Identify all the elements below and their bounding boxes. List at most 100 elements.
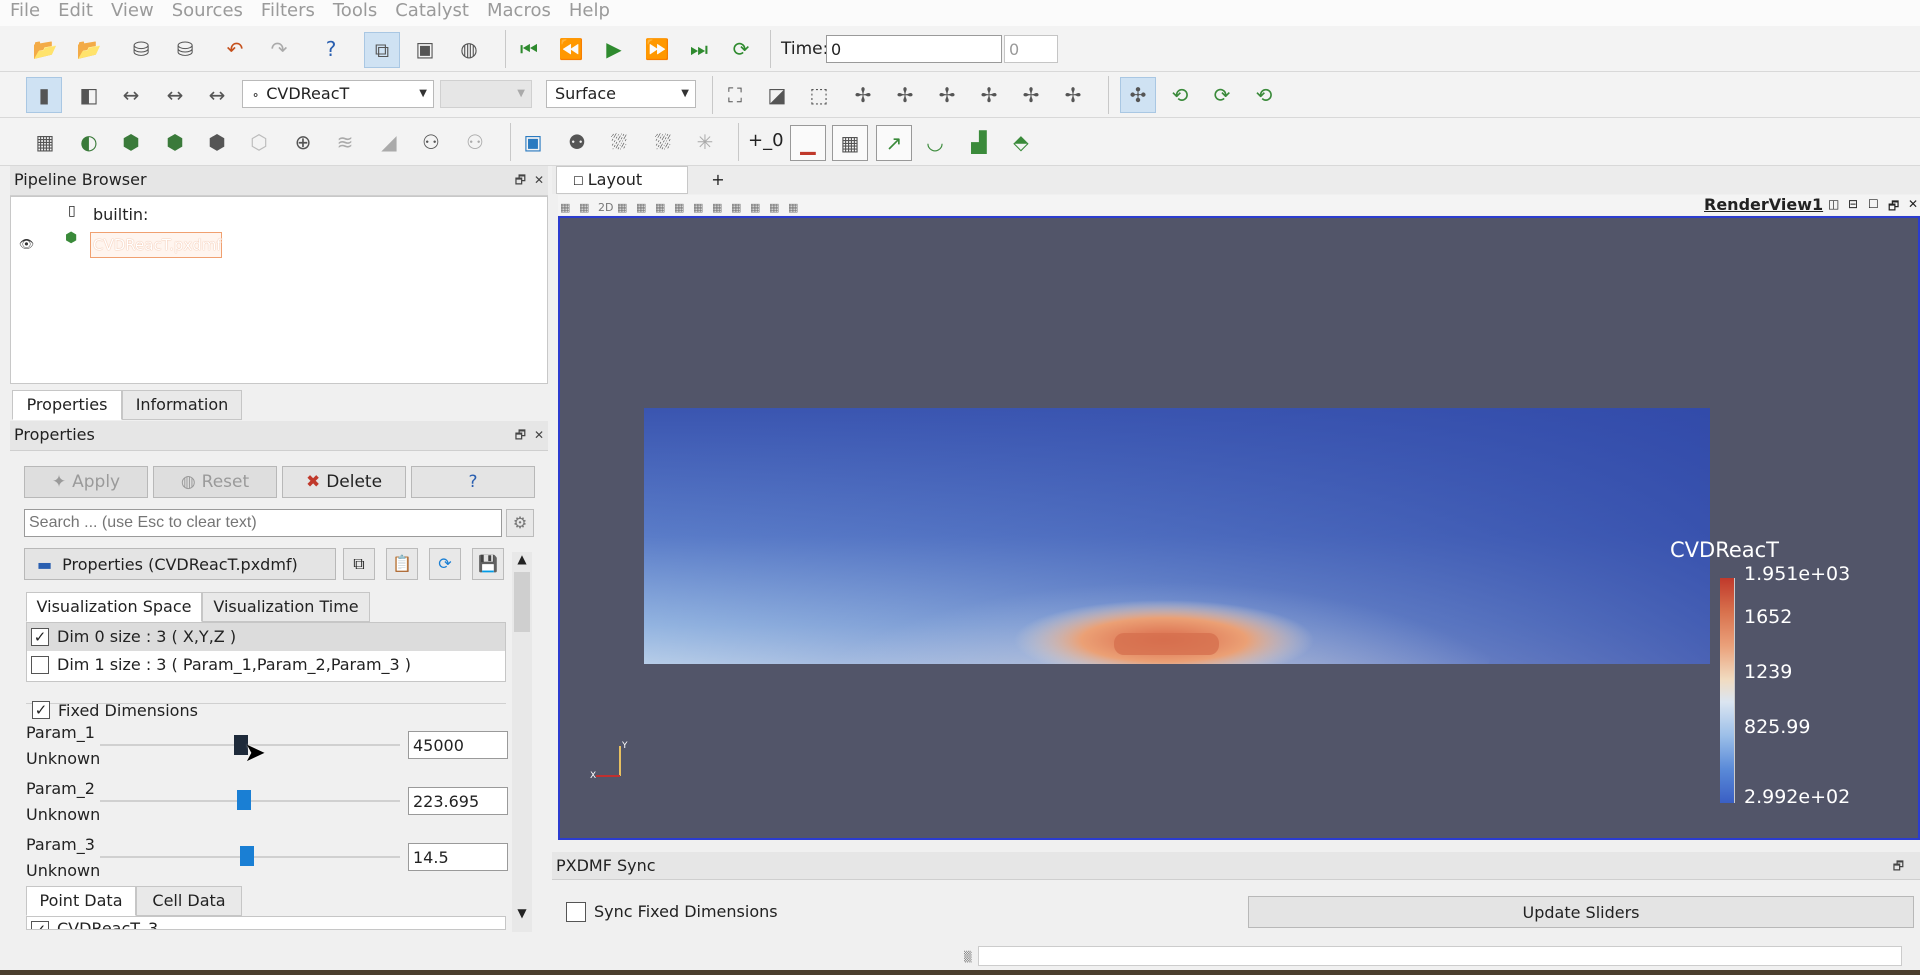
save-icon[interactable]: 💾: [472, 548, 504, 580]
redo-icon[interactable]: ↷: [262, 32, 296, 66]
rescale-custom-icon[interactable]: ↔: [158, 78, 192, 112]
representation-combo[interactable]: Surface ▼: [546, 80, 696, 108]
split-vertical-icon[interactable]: ⊟: [1848, 197, 1858, 211]
array-checkbox[interactable]: ✓: [31, 921, 49, 929]
disconnect-icon[interactable]: ⛁: [168, 32, 202, 66]
menu-help[interactable]: Help: [559, 0, 610, 22]
param-2-value-input[interactable]: 223.695: [408, 787, 508, 815]
palette-icon[interactable]: ◍: [452, 32, 486, 66]
glyph-icon[interactable]: ⊕: [286, 125, 320, 159]
contour-icon[interactable]: ◐: [72, 125, 106, 159]
view-plus-y-icon[interactable]: ✢: [930, 78, 964, 112]
tab-cell-data[interactable]: Cell Data: [136, 886, 242, 916]
first-frame-icon[interactable]: ⏮: [512, 32, 546, 66]
param-1-value-input[interactable]: 45000: [408, 731, 508, 759]
rescale-visible-icon[interactable]: ↔: [200, 78, 234, 112]
view-plus-x-icon[interactable]: ✢: [846, 78, 880, 112]
pxdmf-transform-icon[interactable]: ⬘: [1004, 125, 1038, 159]
view-minus-z-icon[interactable]: ✢: [1056, 78, 1090, 112]
threshold-icon[interactable]: ⬢: [200, 125, 234, 159]
menu-macros[interactable]: Macros: [477, 0, 551, 22]
rescale-range-icon[interactable]: ↔: [114, 78, 148, 112]
stream-tracer-icon[interactable]: ≋: [328, 125, 362, 159]
open-icon[interactable]: 📂: [28, 32, 62, 66]
builtin-server-item[interactable]: builtin:: [93, 205, 148, 224]
tab-point-data[interactable]: Point Data: [26, 886, 136, 916]
previous-frame-icon[interactable]: ⏪: [554, 32, 588, 66]
list-item[interactable]: Dim 1 size : 3 ( Param_1,Param_2,Param_3…: [27, 652, 505, 680]
eye-icon[interactable]: 👁: [19, 237, 34, 251]
slice-icon[interactable]: ⬢: [158, 125, 192, 159]
add-layout-tab-button[interactable]: +: [698, 166, 738, 194]
time-input[interactable]: 0: [826, 35, 1002, 63]
sync-fixed-dimensions-checkbox[interactable]: [566, 902, 586, 922]
view-toolbar-icons[interactable]: ▦ ▦ 2D ▦ ▦ ▦ ▦ ▦ ▦ ▦ ▦ ▦ ▦: [560, 196, 807, 215]
calculator-icon[interactable]: ▦: [28, 125, 62, 159]
copy-icon[interactable]: ⧉: [343, 548, 375, 580]
warp-icon[interactable]: ◢: [372, 125, 406, 159]
tab-properties[interactable]: Properties: [12, 390, 122, 420]
center-axes-icon[interactable]: ✣: [1120, 77, 1156, 113]
resize-grip-icon[interactable]: ▒: [964, 952, 972, 963]
toggle-color-legend-icon[interactable]: ▮: [26, 77, 62, 113]
camera-icon[interactable]: ▣: [408, 32, 442, 66]
fixed-dimensions-checkbox[interactable]: ✓: [32, 701, 50, 719]
zoom-box-icon[interactable]: ⬚: [802, 78, 836, 112]
group-datasets-icon[interactable]: ⚇: [414, 125, 448, 159]
gear-icon[interactable]: ⚙: [506, 509, 534, 537]
help-button[interactable]: ?: [411, 466, 535, 498]
reset-camera-icon[interactable]: ⛶: [718, 78, 752, 112]
rotate-90-icon[interactable]: ⟲: [1163, 78, 1197, 112]
loop-icon[interactable]: ⟳: [724, 32, 758, 66]
update-sliders-button[interactable]: Update Sliders: [1248, 896, 1914, 928]
clip-icon[interactable]: ⬢: [114, 125, 148, 159]
extract-subset-icon[interactable]: ⬡: [242, 125, 276, 159]
auto-apply-icon[interactable]: ⧉: [364, 32, 400, 68]
plot-data-icon[interactable]: ⛆: [646, 125, 680, 159]
rotate-minus-90-icon[interactable]: ⟳: [1205, 78, 1239, 112]
play-icon[interactable]: ▶: [597, 32, 631, 66]
properties-scrollbar[interactable]: ▲ ▼: [512, 552, 532, 932]
last-frame-icon[interactable]: ⏭: [682, 32, 716, 66]
annotate-time-text[interactable]: +_0: [748, 130, 784, 151]
probe-icon[interactable]: ✳: [688, 125, 722, 159]
menu-file[interactable]: File: [0, 0, 40, 22]
reset-button[interactable]: ◍ Reset: [153, 466, 277, 498]
next-frame-icon[interactable]: ⏩: [640, 32, 674, 66]
dim1-checkbox[interactable]: [31, 656, 49, 674]
close-icon[interactable]: ✕: [1908, 197, 1918, 211]
menu-catalyst[interactable]: Catalyst: [385, 0, 469, 22]
search-input[interactable]: [24, 509, 502, 537]
pxdmf-bowl-icon[interactable]: ◡: [918, 125, 952, 159]
properties-section-toggle[interactable]: ▬ Properties (CVDReacT.pxdmf): [24, 548, 336, 580]
float-panel-icon[interactable]: 🗗: [1888, 197, 1899, 218]
help-icon[interactable]: ?: [314, 32, 348, 66]
component-combo[interactable]: ▼: [440, 80, 532, 108]
pick-center-icon[interactable]: ⟲: [1247, 78, 1281, 112]
menu-view[interactable]: View: [101, 0, 154, 22]
tab-information[interactable]: Information: [122, 390, 242, 420]
plot-histogram-icon[interactable]: ⛆: [602, 125, 636, 159]
apply-button[interactable]: ✦ Apply: [24, 466, 148, 498]
scrollbar-thumb[interactable]: [514, 572, 530, 632]
float-panel-icon[interactable]: 🗗: [515, 166, 526, 194]
paste-icon[interactable]: 📋: [386, 548, 418, 580]
view-minus-x-icon[interactable]: ✢: [888, 78, 922, 112]
plot-over-line-icon[interactable]: ⚉: [560, 125, 594, 159]
tab-layout-1[interactable]: ☐Layout #1✕: [556, 166, 688, 216]
connect-icon[interactable]: ⛁: [124, 32, 158, 66]
pxdmf-cubes-icon[interactable]: ▟: [962, 125, 996, 159]
scroll-up-icon[interactable]: ▲: [512, 552, 532, 570]
param-2-slider-handle[interactable]: [237, 790, 251, 810]
restore-defaults-icon[interactable]: ⟳: [429, 548, 461, 580]
float-panel-icon[interactable]: 🗗: [1893, 852, 1904, 880]
param-3-value-input[interactable]: 14.5: [408, 843, 508, 871]
scroll-down-icon[interactable]: ▼: [512, 906, 532, 924]
open-recent-icon[interactable]: 📂: [72, 32, 106, 66]
maximize-icon[interactable]: ☐: [1868, 197, 1879, 211]
custom-filter-icon[interactable]: ↗: [876, 125, 912, 161]
python-calculator-icon[interactable]: ▦: [832, 125, 868, 161]
float-panel-icon[interactable]: 🗗: [515, 421, 526, 449]
undo-icon[interactable]: ↶: [218, 32, 252, 66]
close-icon[interactable]: ✕: [534, 421, 544, 449]
